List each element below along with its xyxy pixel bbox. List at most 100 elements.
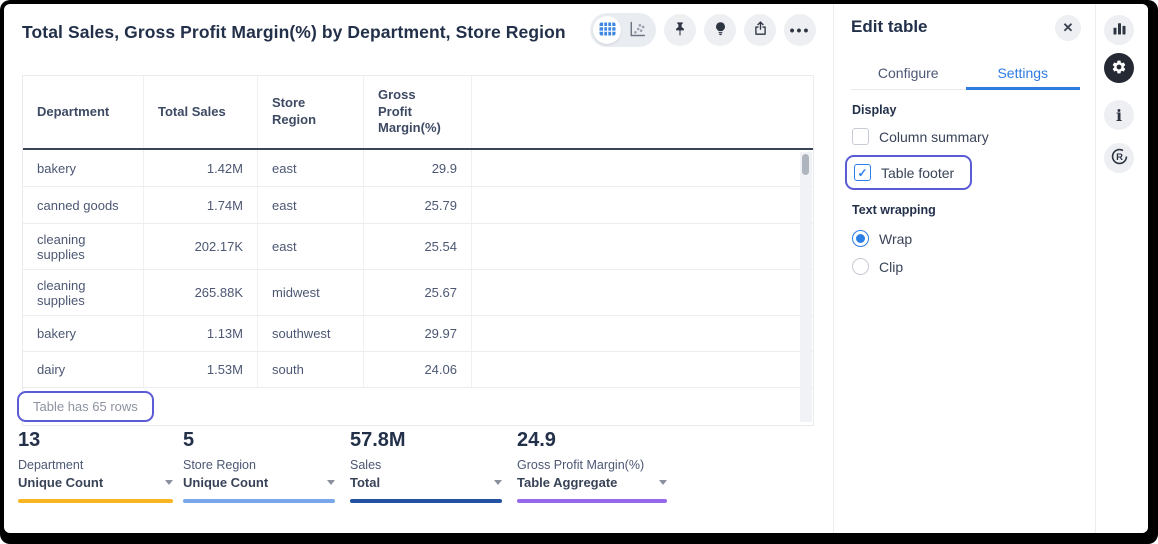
r-mark-button[interactable]: R [1104,143,1134,173]
visualization-button[interactable] [1104,15,1134,45]
stat-aggregation-dropdown[interactable]: Table Aggregate [517,475,667,490]
stat-underline [517,499,667,503]
lightbulb-icon [712,20,729,41]
cell-gross-profit-margin[interactable]: 25.54 [364,224,472,269]
cell-total-sales[interactable]: 265.88K [144,270,258,315]
scrollbar-thumb[interactable] [802,154,809,175]
cell-department[interactable]: bakery [23,316,144,351]
wrap-label: Wrap [879,231,912,247]
checkbox-unchecked-icon[interactable] [852,128,869,145]
cell-store-region[interactable]: east [258,224,364,269]
ellipsis-icon: ••• [790,22,811,38]
table-row: dairy 1.53M south 24.06 [23,352,813,388]
share-button[interactable] [744,14,776,46]
share-icon [752,20,769,40]
table-icon [599,22,616,39]
stat-value: 5 [183,429,335,452]
column-header-empty [472,76,813,148]
cell-gross-profit-margin[interactable]: 25.79 [364,187,472,223]
cell-gross-profit-margin[interactable]: 24.06 [364,352,472,387]
cell-department[interactable]: bakery [23,150,144,186]
toolbar: ••• [590,13,816,47]
viz-chart-button[interactable] [623,16,651,44]
r-mark-icon: R [1110,147,1129,169]
cell-store-region[interactable]: east [258,150,364,186]
panel-title: Edit table [851,17,928,37]
tab-settings[interactable]: Settings [966,56,1081,89]
stat-aggregation-label: Unique Count [183,475,268,490]
table-footer: Table has 65 rows [23,388,813,426]
stat-value: 57.8M [350,429,502,452]
table-row: canned goods 1.74M east 25.79 [23,187,813,224]
cell-gross-profit-margin[interactable]: 25.67 [364,270,472,315]
cell-gross-profit-margin[interactable]: 29.97 [364,316,472,351]
table-footer-row-count: Table has 65 rows [17,391,154,422]
column-header-department[interactable]: Department [23,76,144,148]
clip-radio-row[interactable]: Clip [852,258,903,275]
cell-department[interactable]: cleaning supplies [23,270,144,315]
wrap-radio-row[interactable]: Wrap [852,230,912,247]
chevron-down-icon [327,480,335,485]
app-window: Total Sales, Gross Profit Margin(%) by D… [4,4,1148,533]
cell-store-region[interactable]: south [258,352,364,387]
stat-gross-profit-margin: 24.9 Gross Profit Margin(%) Table Aggreg… [517,429,667,503]
table-row: cleaning supplies 265.88K midwest 25.67 [23,270,813,316]
stat-value: 13 [18,429,173,452]
pin-button[interactable] [664,14,696,46]
column-header-total-sales[interactable]: Total Sales [144,76,258,148]
cell-department[interactable]: dairy [23,352,144,387]
radio-selected-icon[interactable] [852,230,869,247]
table-row: bakery 1.42M east 29.9 [23,150,813,187]
page-title: Total Sales, Gross Profit Margin(%) by D… [22,22,566,43]
main-area: Total Sales, Gross Profit Margin(%) by D… [4,4,834,533]
cell-empty [472,224,813,269]
table-scrollbar[interactable] [800,152,812,422]
close-button[interactable]: ✕ [1055,15,1081,41]
table-footer-checkbox-row[interactable]: ✓ Table footer [845,155,972,190]
cell-store-region[interactable]: midwest [258,270,364,315]
stat-aggregation-label: Unique Count [18,475,103,490]
cell-store-region[interactable]: southwest [258,316,364,351]
clip-label: Clip [879,259,903,275]
info-button[interactable]: i [1104,100,1134,130]
cell-total-sales[interactable]: 1.53M [144,352,258,387]
column-header-gross-profit-margin[interactable]: Gross Profit Margin(%) [364,76,472,148]
column-header-store-region[interactable]: Store Region [258,76,364,148]
stat-name: Sales [350,458,502,472]
cell-department[interactable]: canned goods [23,187,144,223]
cell-total-sales[interactable]: 1.74M [144,187,258,223]
viz-toggle[interactable] [590,13,656,47]
stat-sales: 57.8M Sales Total [350,429,502,503]
chevron-down-icon [659,480,667,485]
checkbox-checked-icon[interactable]: ✓ [854,164,871,181]
table-row: cleaning supplies 202.17K east 25.54 [23,224,813,270]
cell-total-sales[interactable]: 202.17K [144,224,258,269]
chevron-down-icon [494,480,502,485]
insights-button[interactable] [704,14,736,46]
stat-aggregation-dropdown[interactable]: Unique Count [18,475,173,490]
table-footer-label: Table footer [881,165,954,181]
tab-configure[interactable]: Configure [851,56,966,89]
stat-underline [183,499,335,503]
viz-table-button[interactable] [593,16,621,44]
cell-total-sales[interactable]: 1.13M [144,316,258,351]
more-button[interactable]: ••• [784,14,816,46]
stat-aggregation-dropdown[interactable]: Unique Count [183,475,335,490]
cell-empty [472,352,813,387]
chevron-down-icon [165,480,173,485]
cell-total-sales[interactable]: 1.42M [144,150,258,186]
close-icon: ✕ [1063,20,1074,36]
stat-underline [350,499,502,503]
column-summary-checkbox-row[interactable]: Column summary [852,128,989,145]
edit-table-panel: Edit table ✕ Configure Settings Display … [835,4,1095,533]
cell-gross-profit-margin[interactable]: 29.9 [364,150,472,186]
stat-aggregation-label: Total [350,475,380,490]
cell-department[interactable]: cleaning supplies [23,224,144,269]
radio-unselected-icon[interactable] [852,258,869,275]
cell-empty [472,187,813,223]
results-table: Department Total Sales Store Region Gros… [22,75,814,426]
cell-store-region[interactable]: east [258,187,364,223]
settings-button[interactable] [1104,53,1134,83]
bar-chart-icon [1112,21,1127,39]
stat-aggregation-dropdown[interactable]: Total [350,475,502,490]
